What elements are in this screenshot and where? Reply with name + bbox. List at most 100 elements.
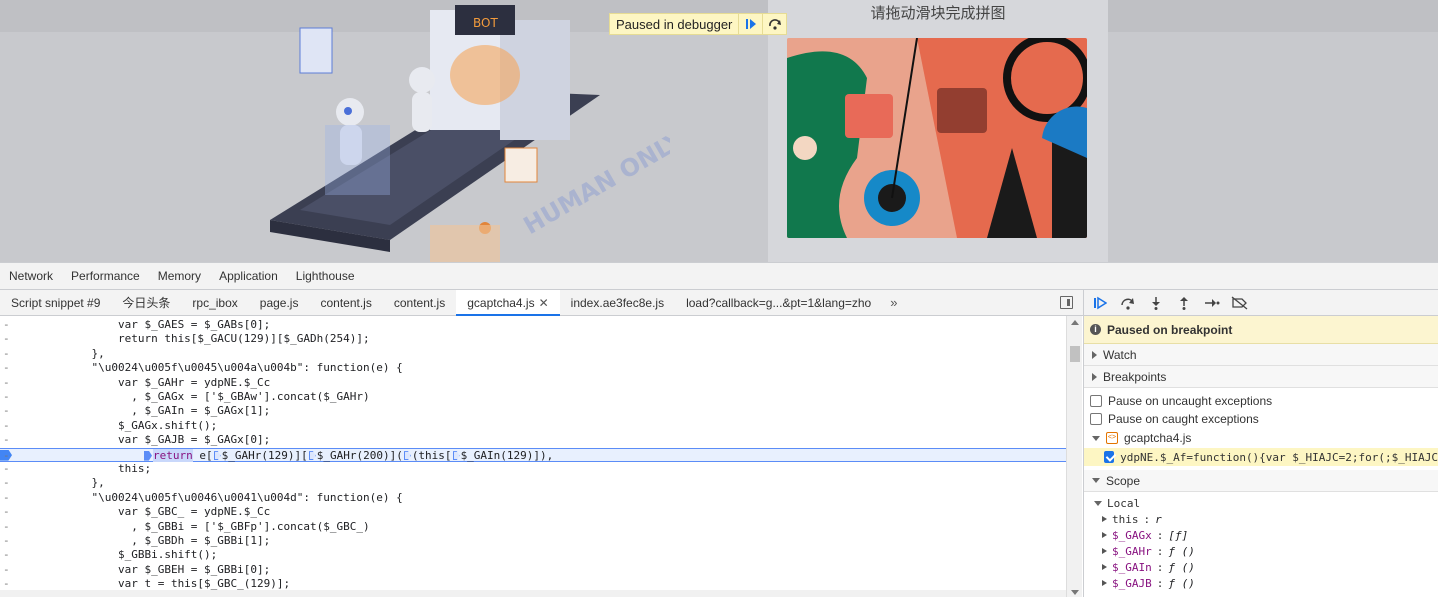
- step-out-button[interactable]: [1174, 293, 1194, 313]
- scope-section-header[interactable]: Scope: [1084, 470, 1438, 492]
- line-gutter[interactable]: -: [3, 491, 11, 505]
- file-tab[interactable]: page.js: [249, 290, 310, 316]
- expand-icon[interactable]: [1102, 532, 1107, 538]
- file-tab[interactable]: Script snippet #9: [0, 290, 111, 316]
- line-gutter[interactable]: -: [3, 404, 11, 418]
- current-execution-line[interactable]: - return e[$_GAHr(129)][$_GAHr(200)]((thi…: [0, 447, 1066, 463]
- code-line[interactable]: - },: [0, 347, 1066, 361]
- scrollbar-thumb[interactable]: [1070, 346, 1080, 362]
- tab-performance[interactable]: Performance: [62, 263, 149, 290]
- watch-section-header[interactable]: Watch: [1084, 344, 1438, 366]
- step-button[interactable]: [1202, 293, 1222, 313]
- code-editor[interactable]: - var $_GAES = $_GABs[0]; - return this[$…: [0, 316, 1066, 597]
- scope-variable[interactable]: $_GAGx: [ƒ]: [1084, 527, 1438, 543]
- file-tab[interactable]: content.js: [383, 290, 456, 316]
- file-tab[interactable]: index.ae3fec8e.js: [560, 290, 675, 316]
- expand-icon[interactable]: [1102, 548, 1107, 554]
- line-gutter[interactable]: -: [3, 433, 11, 447]
- step-into-button[interactable]: [1146, 293, 1166, 313]
- devtools-main-tabs: Network Performance Memory Application L…: [0, 263, 1438, 290]
- code-line[interactable]: - , $_GBBi = ['$_GBFp'].concat($_GBC_): [0, 520, 1066, 534]
- code-fragment: $_GAHr(200)](: [316, 448, 403, 462]
- breakpoint-file-group[interactable]: <> gcaptcha4.js: [1084, 428, 1438, 448]
- tab-memory[interactable]: Memory: [149, 263, 210, 290]
- code-line[interactable]: - var $_GAHr = ydpNE.$_Cc: [0, 376, 1066, 390]
- scope-variable-name: $_GAGx: [1112, 528, 1152, 542]
- close-icon[interactable]: ✕: [539, 296, 549, 310]
- code-line[interactable]: - var $_GBC_ = ydpNE.$_Cc: [0, 505, 1066, 519]
- line-gutter[interactable]: -: [3, 347, 11, 361]
- code-line[interactable]: - , $_GAIn = $_GAGx[1];: [0, 404, 1066, 418]
- code-line[interactable]: - "\u0024\u005f\u0046\u0041\u004d": func…: [0, 491, 1066, 505]
- code-text: var $_GAHr = ydpNE.$_Cc: [12, 375, 271, 389]
- scope-variable[interactable]: $_GAHr: ƒ (): [1084, 543, 1438, 559]
- scope-variable[interactable]: this: r: [1084, 511, 1438, 527]
- scroll-up-icon[interactable]: [1071, 320, 1079, 325]
- tab-lighthouse[interactable]: Lighthouse: [287, 263, 364, 290]
- line-gutter[interactable]: -: [3, 548, 11, 562]
- line-gutter[interactable]: -: [3, 476, 11, 490]
- execution-arrow-icon[interactable]: [144, 450, 152, 461]
- line-gutter[interactable]: -: [3, 419, 11, 433]
- code-line[interactable]: - return this[$_GACU(129)][$_GADh(254)];: [0, 332, 1066, 346]
- scope-variable[interactable]: $_GAIn: ƒ (): [1084, 559, 1438, 575]
- code-line[interactable]: - , $_GAGx = ['$_GBAw'].concat($_GAHr): [0, 390, 1066, 404]
- line-gutter[interactable]: -: [3, 318, 11, 332]
- inline-breakpoint-icon[interactable]: [213, 451, 221, 461]
- code-line[interactable]: - $_GAGx.shift();: [0, 419, 1066, 433]
- code-line[interactable]: - this;: [0, 462, 1066, 476]
- info-icon: i: [1090, 324, 1101, 335]
- scroll-down-icon[interactable]: [1071, 590, 1079, 595]
- tab-application[interactable]: Application: [210, 263, 287, 290]
- inline-breakpoint-icon[interactable]: [403, 451, 411, 461]
- breakpoint-checkbox[interactable]: [1104, 451, 1115, 463]
- code-line[interactable]: - "\u0024\u005f\u0045\u004a\u004b": func…: [0, 361, 1066, 375]
- editor-scrollbar[interactable]: [1066, 316, 1082, 597]
- code-line[interactable]: - var $_GBEH = $_GBBi[0];: [0, 563, 1066, 577]
- file-tab[interactable]: content.js: [309, 290, 382, 316]
- file-tab[interactable]: load?callback=g...&pt=1&lang=zho: [675, 290, 882, 316]
- breakpoint-entry[interactable]: ydpNE.$_Af=function(){var $_HIAJC=2;for(…: [1084, 448, 1438, 466]
- local-scope-header[interactable]: Local: [1084, 495, 1438, 511]
- line-gutter[interactable]: -: [3, 376, 11, 390]
- resume-button[interactable]: [738, 14, 762, 34]
- code-line[interactable]: - $_GBBi.shift();: [0, 548, 1066, 562]
- line-gutter[interactable]: -: [3, 520, 11, 534]
- line-gutter[interactable]: -: [3, 505, 11, 519]
- pause-uncaught-option[interactable]: Pause on uncaught exceptions: [1084, 392, 1438, 410]
- more-tabs-icon[interactable]: »: [882, 295, 905, 310]
- scope-variable[interactable]: $_GAJB: ƒ (): [1084, 575, 1438, 591]
- toggle-debugger-sidebar-icon[interactable]: [1060, 296, 1073, 309]
- pause-caught-option[interactable]: Pause on caught exceptions: [1084, 410, 1438, 428]
- file-tab[interactable]: rpc_ibox: [181, 290, 248, 316]
- deactivate-breakpoints-button[interactable]: [1230, 293, 1250, 313]
- line-gutter[interactable]: -: [3, 563, 11, 577]
- line-gutter[interactable]: -: [3, 361, 11, 375]
- inline-breakpoint-icon[interactable]: [308, 451, 316, 461]
- file-tab-active[interactable]: gcaptcha4.js ✕: [456, 289, 560, 316]
- pause-uncaught-checkbox[interactable]: [1090, 395, 1102, 407]
- inline-breakpoint-icon[interactable]: [452, 451, 460, 461]
- tab-network[interactable]: Network: [0, 263, 62, 290]
- code-line[interactable]: - },: [0, 476, 1066, 490]
- expand-icon: [1092, 350, 1097, 359]
- expand-icon[interactable]: [1102, 564, 1107, 570]
- line-gutter[interactable]: -: [3, 332, 11, 346]
- expand-icon[interactable]: [1102, 516, 1107, 522]
- line-gutter[interactable]: -: [3, 534, 11, 548]
- line-gutter[interactable]: -: [3, 449, 11, 463]
- step-over-button[interactable]: [1118, 293, 1138, 313]
- current-line-code: return e[$_GAHr(129)][$_GAHr(200)]((this…: [144, 448, 553, 463]
- code-line[interactable]: - var $_GAES = $_GABs[0];: [0, 318, 1066, 332]
- breakpoints-section-header[interactable]: Breakpoints: [1084, 366, 1438, 388]
- line-gutter[interactable]: -: [3, 390, 11, 404]
- resume-button[interactable]: [1090, 293, 1110, 313]
- pause-caught-checkbox[interactable]: [1090, 413, 1102, 425]
- line-gutter[interactable]: -: [3, 462, 11, 476]
- file-tab[interactable]: 今日头条: [111, 290, 181, 316]
- code-line[interactable]: - , $_GBDh = $_GBBi[1];: [0, 534, 1066, 548]
- expand-icon[interactable]: [1102, 580, 1107, 586]
- step-over-button[interactable]: [762, 14, 786, 34]
- code-line[interactable]: - var $_GAJB = $_GAGx[0];: [0, 433, 1066, 447]
- code-fragment: (this[: [411, 448, 452, 462]
